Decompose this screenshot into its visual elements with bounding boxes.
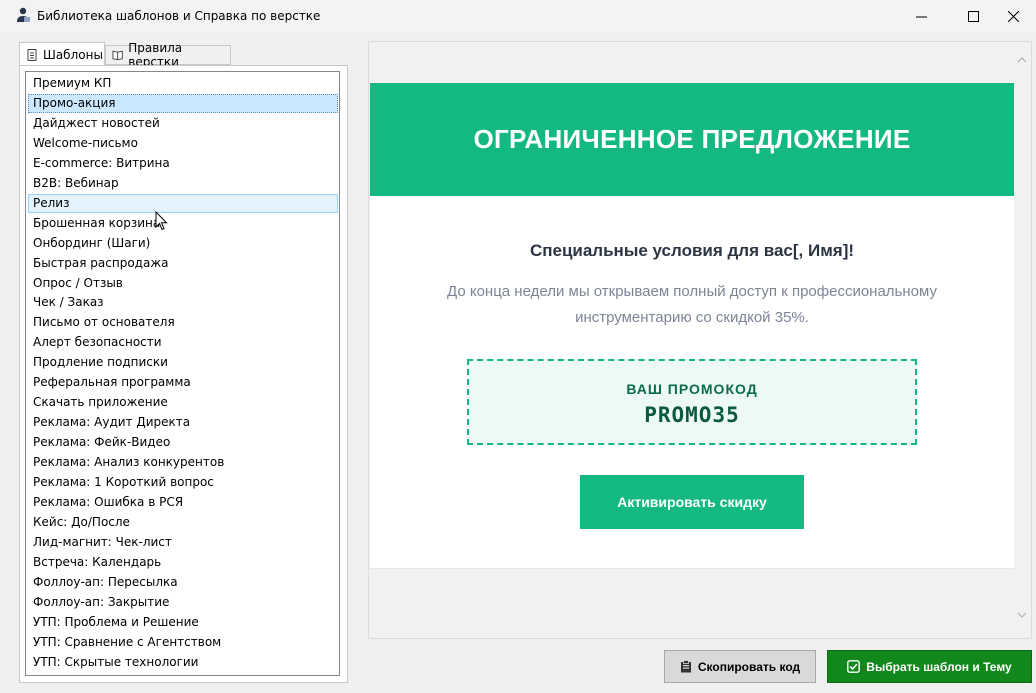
tab-layout-rules[interactable]: Правила верстки — [105, 41, 231, 69]
checkbox-icon — [847, 660, 861, 673]
email-banner: ОГРАНИЧЕННОЕ ПРЕДЛОЖЕНИЕ — [370, 83, 1014, 196]
template-list-item[interactable]: Реферальная программа — [28, 373, 338, 392]
template-list-item[interactable]: Реклама: Аудит Директа — [28, 413, 338, 432]
template-list-item[interactable]: Встреча: Календарь — [28, 553, 338, 572]
template-list-item[interactable]: Скачать приложение — [28, 393, 338, 412]
promo-code: PROMO35 — [644, 403, 740, 427]
banner-title: ОГРАНИЧЕННОЕ ПРЕДЛОЖЕНИЕ — [473, 124, 911, 154]
body-line: До конца недели мы открываем полный дост… — [447, 283, 937, 300]
template-list-item[interactable]: УТП: Проблема и Решение — [28, 613, 338, 632]
title-bar: Библиотека шаблонов и Справка по верстке — [0, 0, 1036, 32]
activate-discount-button[interactable]: Активировать скидку — [580, 475, 804, 529]
template-list-item[interactable]: Реклама: Фейк-Видео — [28, 433, 338, 452]
minimize-button[interactable] — [898, 0, 944, 32]
close-button[interactable] — [990, 0, 1036, 32]
tab-label: Шаблоны — [43, 47, 103, 62]
email-body-text: До конца недели мы открываем полный дост… — [410, 279, 974, 331]
template-list-item[interactable]: E-commerce: Витрина — [28, 154, 338, 173]
template-list-item[interactable]: Релиз — [28, 193, 338, 213]
clipboard-icon — [680, 660, 691, 673]
template-list-item[interactable]: Дайджест новостей — [28, 114, 338, 133]
template-list-item[interactable]: Фоллоу-ап: Пересылка — [28, 573, 338, 592]
book-icon — [112, 50, 123, 61]
template-list-item[interactable]: Письмо от основателя — [28, 313, 338, 332]
template-list-item[interactable]: Реклама: 1 Короткий вопрос — [28, 473, 338, 492]
promo-code-box: ВАШ ПРОМОКОД PROMO35 — [467, 359, 917, 445]
select-template-button[interactable]: Выбрать шаблон и Тему — [827, 650, 1032, 683]
template-list-item[interactable]: Фоллоу-ап: Закрытие — [28, 593, 338, 612]
scroll-up-icon[interactable] — [1017, 56, 1027, 64]
template-list-item[interactable]: Кейс: До/После — [28, 513, 338, 532]
template-list-item[interactable]: Welcome-письмо — [28, 134, 338, 153]
scroll-down-icon[interactable] — [1017, 611, 1027, 619]
template-list-item[interactable]: Алерт безопасности — [28, 333, 338, 352]
email-card: ОГРАНИЧЕННОЕ ПРЕДЛОЖЕНИЕ Специальные усл… — [370, 83, 1014, 569]
template-list-item[interactable]: Промо-акция — [28, 93, 338, 113]
app-icon — [17, 7, 30, 22]
promo-label: ВАШ ПРОМОКОД — [626, 381, 758, 397]
template-list-item[interactable]: Брошенная корзина — [28, 214, 338, 233]
template-list-item[interactable]: B2B: Вебинар — [28, 174, 338, 193]
minimize-icon — [915, 16, 927, 17]
window-title: Библиотека шаблонов и Справка по верстке — [37, 9, 321, 23]
email-greeting: Специальные условия для вас[, Имя]! — [529, 241, 855, 260]
template-list-item[interactable]: УТП: Скрытые технологии — [28, 653, 338, 672]
copy-code-button[interactable]: Скопировать код — [664, 650, 816, 683]
template-list-item[interactable]: Онбординг (Шаги) — [28, 234, 338, 253]
body-line: инструментарию со скидкой 35%. — [575, 309, 809, 326]
tab-templates[interactable]: Шаблоны — [19, 42, 105, 66]
template-list-item[interactable]: Опрос / Отзыв — [28, 274, 338, 293]
templates-list[interactable]: Премиум КП Промо-акция Дайджест новостей We… — [25, 71, 340, 676]
maximize-icon — [967, 10, 979, 22]
template-list-item[interactable]: Быстрая распродажа — [28, 254, 338, 273]
template-list-item[interactable]: УТП: Сравнение с Агентством — [28, 633, 338, 652]
mouse-cursor-icon — [155, 211, 168, 231]
template-list-item[interactable]: Лид-магнит: Чек-лист — [28, 533, 338, 552]
template-list-item[interactable]: Чек / Заказ — [28, 293, 338, 312]
close-icon — [1007, 10, 1019, 22]
template-list-item[interactable]: Продление подписки — [28, 353, 338, 372]
copy-code-label: Скопировать код — [697, 659, 801, 674]
document-icon — [27, 48, 37, 61]
template-list-item[interactable]: Премиум КП — [28, 74, 338, 93]
template-list-item[interactable]: Реклама: Анализ конкурентов — [28, 453, 338, 472]
select-template-label: Выбрать шаблон и Тему — [866, 659, 1012, 674]
template-list-item[interactable]: Реклама: Ошибка в РСЯ — [28, 493, 338, 512]
